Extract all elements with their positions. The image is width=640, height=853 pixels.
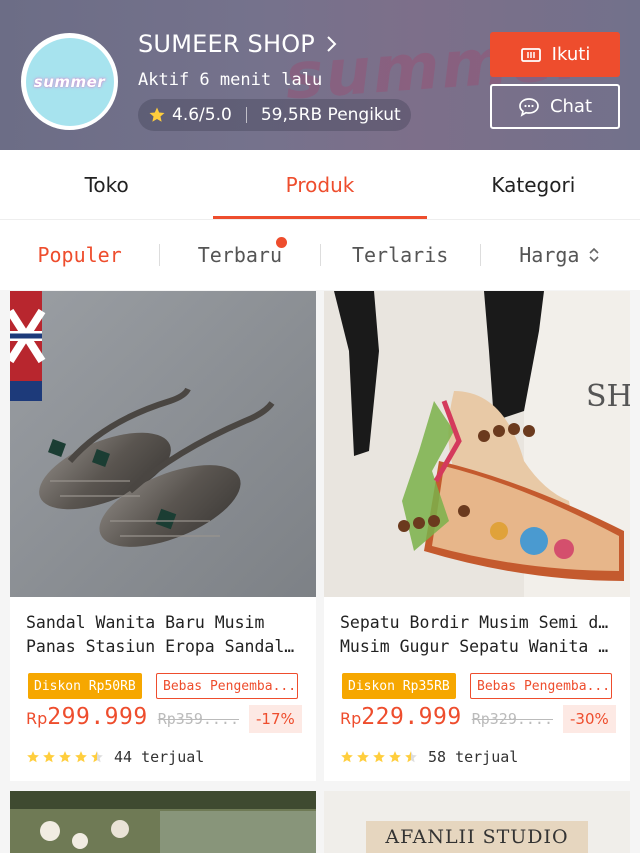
rating-row: 58 terjual	[340, 748, 518, 766]
sort-bar: Populer Terbaru Terlaris Harga	[0, 220, 640, 290]
rating-row: 44 terjual	[26, 748, 204, 766]
product-card[interactable]: Sandal Wanita Baru Musim Panas Stasiun E…	[10, 291, 316, 781]
followers-count: 59,5RB Pengikut	[260, 105, 401, 125]
star-icon	[43, 751, 55, 763]
sort-terlaris[interactable]: Terlaris	[321, 243, 480, 267]
shop-avatar[interactable]: summer	[21, 33, 118, 130]
product-photo-partial	[10, 791, 316, 853]
new-indicator-dot	[275, 237, 287, 248]
star-icon	[149, 107, 165, 122]
follow-label: Ikuti	[551, 44, 591, 65]
price: 229.999	[361, 704, 462, 730]
shop-stats: 4.6/5.0 59,5RB Pengikut	[138, 99, 411, 131]
product-card[interactable]	[10, 791, 316, 853]
discount-percent: -17%	[249, 705, 302, 733]
avatar-logo-text: summer	[33, 72, 106, 91]
shop-name: SUMEER SHOP	[138, 30, 315, 58]
sort-harga[interactable]: Harga	[481, 243, 640, 267]
original-price: Rp329....	[471, 710, 553, 728]
rating-stars	[26, 750, 104, 764]
studio-sign-text: AFANLII STUDIO	[385, 826, 569, 848]
star-half-icon	[91, 751, 103, 763]
star-half-icon	[405, 751, 417, 763]
chat-button[interactable]: Chat	[490, 84, 620, 129]
chat-label: Chat	[549, 96, 593, 117]
chevron-right-icon	[327, 36, 337, 52]
free-return-badge: Bebas Pengemba...	[156, 673, 298, 699]
shop-name-link[interactable]: SUMEER SHOP	[138, 30, 341, 58]
shop-rating: 4.6/5.0	[172, 105, 232, 125]
sold-count: 44 terjual	[114, 748, 205, 766]
sold-count: 58 terjual	[428, 748, 519, 766]
star-icon	[357, 751, 369, 763]
discount-badge: Diskon Rp35RB	[342, 673, 456, 699]
price-row: Rp 229.999 Rp329....	[340, 704, 553, 730]
star-icon	[389, 751, 401, 763]
follow-button[interactable]: Ikuti	[490, 32, 620, 77]
ticket-icon	[520, 47, 541, 62]
star-icon	[373, 751, 385, 763]
product-image[interactable]: SH	[324, 291, 630, 597]
star-icon	[75, 751, 87, 763]
discount-badge: Diskon Rp50RB	[28, 673, 142, 699]
price: 299.999	[47, 704, 148, 730]
shop-tabs: Toko Produk Kategori	[0, 150, 640, 220]
active-tab-indicator	[213, 216, 427, 219]
tab-produk[interactable]: Produk	[213, 150, 426, 219]
product-title[interactable]: Sandal Wanita Baru Musim Panas Stasiun E…	[26, 611, 304, 659]
currency: Rp	[340, 709, 362, 728]
sort-populer[interactable]: Populer	[0, 243, 159, 267]
free-return-badge: Bebas Pengemba...	[470, 673, 612, 699]
product-title[interactable]: Sepatu Bordir Musim Semi dan Musim Gugur…	[340, 611, 618, 659]
sort-terbaru[interactable]: Terbaru	[160, 237, 319, 267]
product-image[interactable]	[10, 291, 316, 597]
chat-bubble-icon	[519, 97, 539, 117]
product-photo-embroidered-shoe: SH	[324, 291, 630, 597]
tab-toko[interactable]: Toko	[0, 150, 213, 219]
studio-sign: AFANLII STUDIO	[366, 821, 588, 853]
rating-stars	[340, 750, 418, 764]
stats-divider	[245, 107, 247, 123]
star-icon	[59, 751, 71, 763]
tab-kategori[interactable]: Kategori	[427, 150, 640, 219]
sort-updown-icon	[589, 247, 600, 263]
product-card[interactable]: SH Sepatu Bordir Musim Semi dan Musim Gu…	[324, 291, 630, 781]
shop-header: summer summer SUMEER SHOP Aktif 6 menit …	[0, 0, 640, 150]
svg-text:SH: SH	[586, 379, 630, 414]
original-price: Rp359....	[157, 710, 239, 728]
product-card[interactable]: AFANLII STUDIO	[324, 791, 630, 853]
star-icon	[341, 751, 353, 763]
active-status: Aktif 6 menit lalu	[138, 70, 323, 90]
star-icon	[27, 751, 39, 763]
discount-percent: -30%	[563, 705, 616, 733]
currency: Rp	[26, 709, 48, 728]
price-row: Rp 299.999 Rp359....	[26, 704, 239, 730]
product-photo-sandal	[10, 291, 316, 597]
